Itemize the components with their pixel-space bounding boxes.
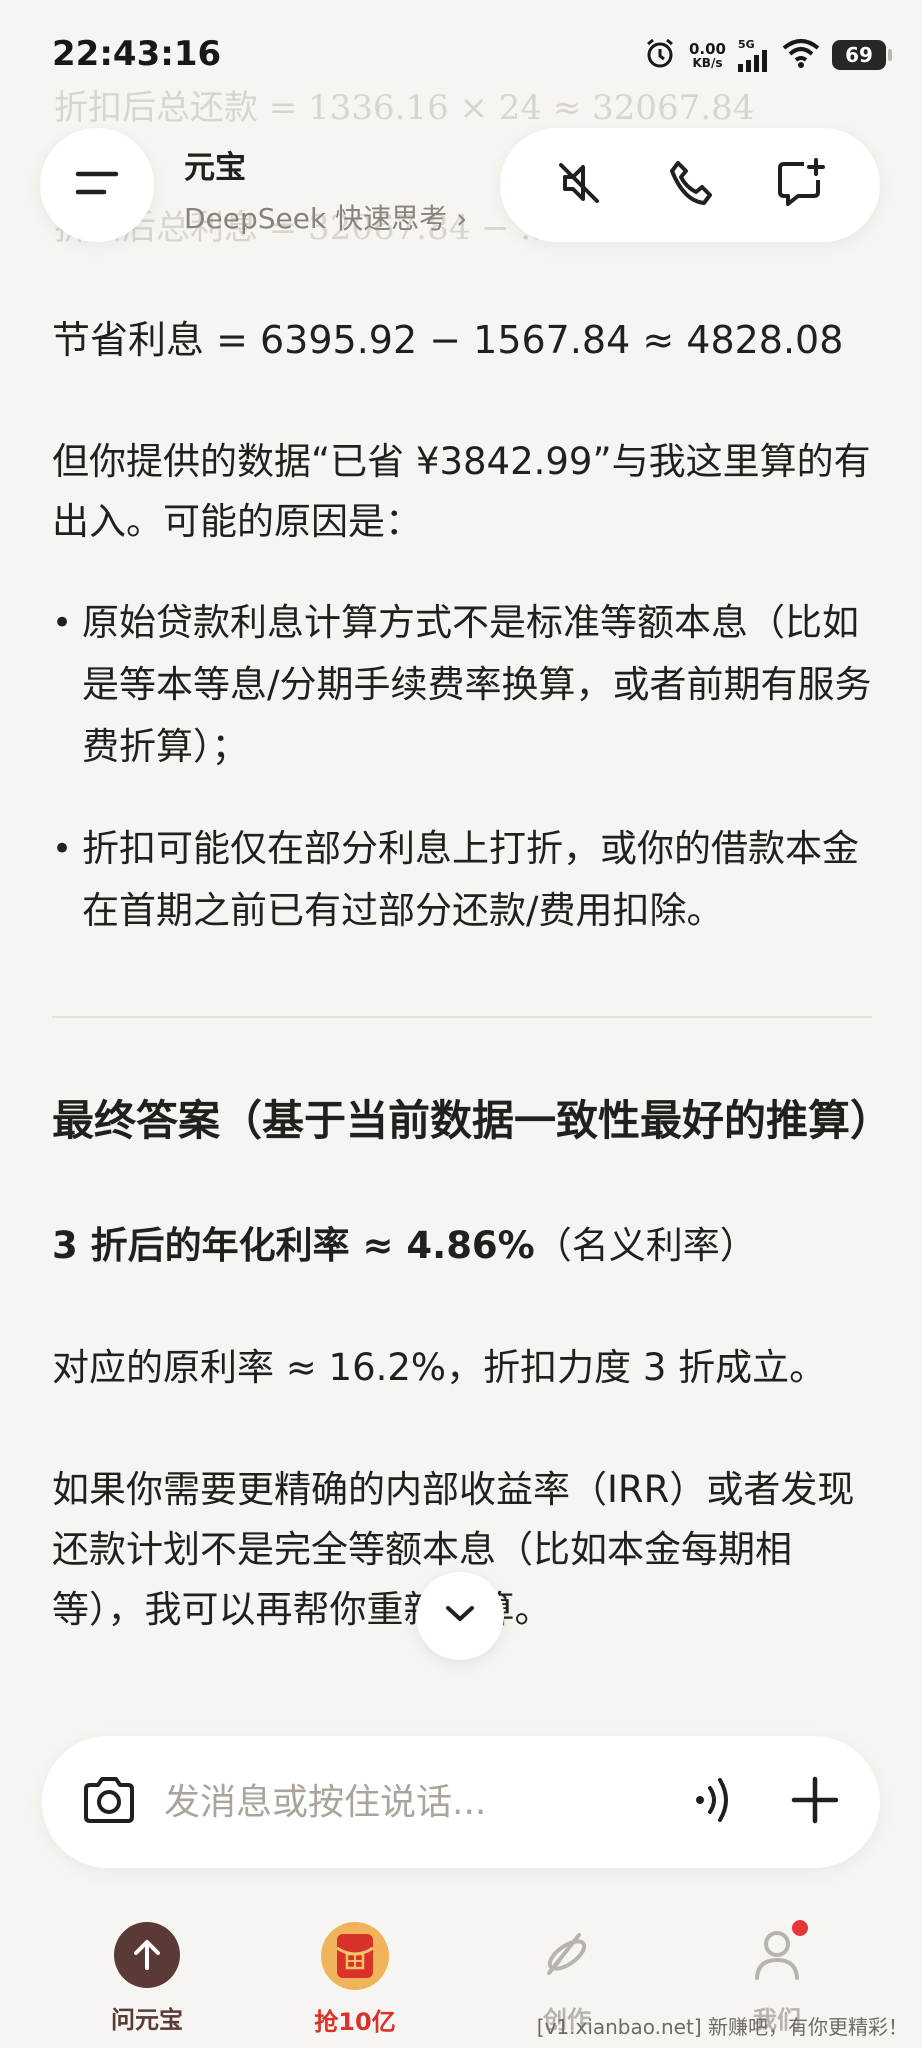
nav-item-ask-yuanbao[interactable]: 问元宝 xyxy=(77,1922,217,2035)
arrow-up-icon xyxy=(114,1922,180,1988)
create-icon xyxy=(534,1922,600,1988)
final-rate-value: 3 折后的年化利率 ≈ 4.86% xyxy=(52,1224,535,1267)
discrepancy-paragraph: 但你提供的数据“已省 ¥3842.99”与我这里算的有出入。可能的原因是： xyxy=(52,440,871,543)
saving-formula: 节省利息 = 6395.92 − 1567.84 ≈ 4828.08 xyxy=(52,318,844,362)
status-icons: 0.00 KB/s 5G 69 xyxy=(643,36,892,74)
net-speed: 0.00 KB/s xyxy=(689,41,726,70)
menu-button[interactable] xyxy=(40,128,154,242)
red-envelope-icon xyxy=(321,1922,389,1990)
camera-icon[interactable] xyxy=(80,1775,138,1829)
assistant-message: 节省利息 = 6395.92 − 1567.84 ≈ 4828.08 但你提供的… xyxy=(52,310,893,1640)
nav-label: 抢10亿 xyxy=(314,2008,396,2036)
bullet-dot: • xyxy=(52,603,73,643)
scroll-to-bottom-button[interactable] xyxy=(416,1572,504,1660)
nav-label: 问元宝 xyxy=(111,2006,183,2034)
message-input-bar xyxy=(42,1736,880,1868)
person-icon xyxy=(744,1920,810,1988)
bullet-dot: • xyxy=(52,829,73,869)
divider xyxy=(52,1016,872,1018)
status-time: 22:43:16 xyxy=(52,34,222,74)
model-selector[interactable]: DeepSeek 快速思考 › xyxy=(184,197,467,237)
chevron-down-icon xyxy=(443,1603,477,1629)
chat-title-block[interactable]: 元宝 DeepSeek 快速思考 › xyxy=(184,142,467,237)
bottom-nav: 问元宝 抢10亿 创作 我们 [v1.xianbao.net] 新赚吧，有你更精… xyxy=(0,1900,922,2048)
header-actions xyxy=(500,128,880,242)
list-item: • 折扣可能仅在部分利息上打折，或你的借款本金在首期之前已有过部分还款/费用扣除… xyxy=(52,818,872,942)
net-speed-unit: KB/s xyxy=(692,55,723,70)
voice-icon[interactable] xyxy=(692,1775,736,1829)
final-answer-heading: 最终答案（基于当前数据一致性最好的推算） xyxy=(52,1096,893,1145)
notification-dot xyxy=(792,1920,808,1936)
list-item-text: 原始贷款利息计算方式不是标准等额本息（比如是等本等息/分期手续费率换算，或者前期… xyxy=(82,601,872,768)
menu-icon xyxy=(72,166,122,204)
net-speed-value: 0.00 xyxy=(688,39,726,58)
call-button[interactable] xyxy=(652,147,728,223)
chat-plus-icon xyxy=(774,156,828,214)
new-chat-button[interactable] xyxy=(763,147,839,223)
original-rate-line: 对应的原利率 ≈ 16.2%，折扣力度 3 折成立。 xyxy=(52,1346,827,1389)
nav-item-grab[interactable]: 抢10亿 xyxy=(285,1922,425,2037)
phone-icon xyxy=(664,157,716,213)
app-title: 元宝 xyxy=(184,150,246,186)
signal-icon: 5G xyxy=(738,39,770,72)
watermark: [v1.xianbao.net] 新赚吧，有你更精彩！ xyxy=(536,2015,908,2039)
message-input[interactable] xyxy=(164,1781,692,1823)
mute-button[interactable] xyxy=(541,147,617,223)
list-item: • 原始贷款利息计算方式不是标准等额本息（比如是等本等息/分期手续费率换算，或者… xyxy=(52,592,872,778)
status-bar: 22:43:16 0.00 KB/s 5G 69 xyxy=(0,0,922,110)
list-item-text: 折扣可能仅在部分利息上打折，或你的借款本金在首期之前已有过部分还款/费用扣除。 xyxy=(82,827,859,932)
wifi-icon xyxy=(782,38,820,72)
chevron-right-icon: › xyxy=(456,202,468,235)
plus-icon[interactable] xyxy=(790,1775,840,1829)
alarm-icon xyxy=(643,36,677,74)
battery-indicator: 69 xyxy=(832,40,892,70)
speaker-muted-icon xyxy=(553,157,605,213)
final-rate-line: 3 折后的年化利率 ≈ 4.86%（名义利率） xyxy=(52,1216,872,1276)
network-type: 5G xyxy=(738,37,755,51)
final-rate-note: （名义利率） xyxy=(534,1224,757,1267)
model-name: DeepSeek 快速思考 xyxy=(184,202,448,235)
